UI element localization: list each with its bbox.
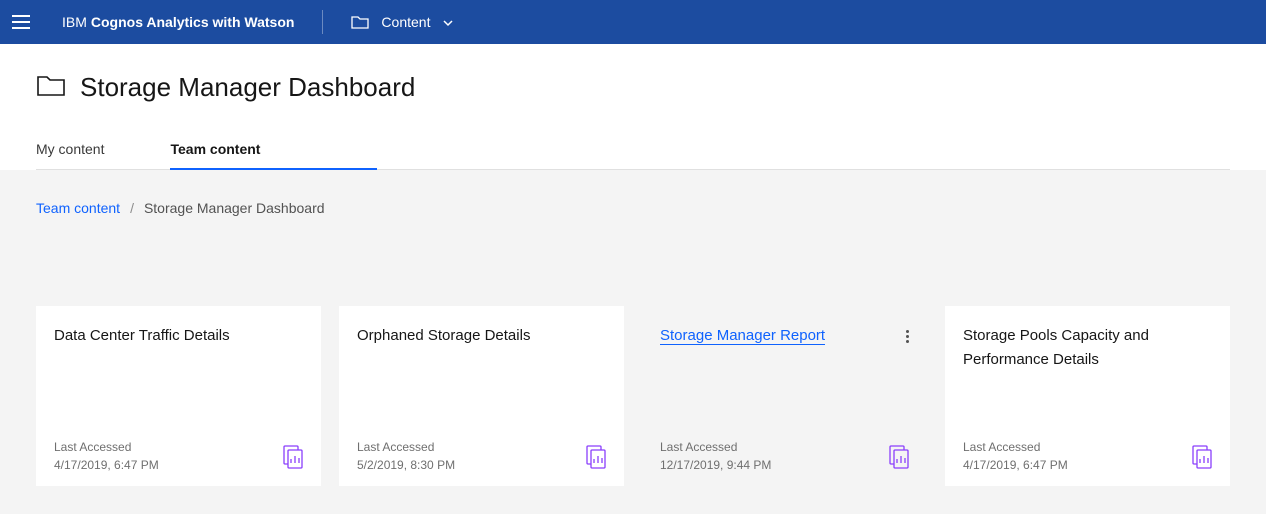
folder-icon [36, 73, 66, 102]
breadcrumb: Team content / Storage Manager Dashboard [36, 200, 1230, 216]
card-meta: Last Accessed 12/17/2019, 9:44 PM [660, 438, 771, 474]
content-dropdown[interactable]: Content [351, 14, 454, 30]
meta-label: Last Accessed [54, 438, 159, 456]
divider [322, 10, 323, 34]
tab-team-content[interactable]: Team content [170, 131, 286, 169]
breadcrumb-separator: / [130, 200, 134, 216]
card-title: Data Center Traffic Details [54, 327, 230, 344]
report-icon [283, 445, 303, 474]
tab-label: My content [36, 141, 104, 157]
card-title: Orphaned Storage Details [357, 327, 530, 344]
report-card[interactable]: Orphaned Storage Details Last Accessed 5… [339, 306, 624, 486]
report-card[interactable]: Data Center Traffic Details Last Accesse… [36, 306, 321, 486]
brand: IBM Cognos Analytics with Watson [62, 14, 294, 30]
tab-label: Team content [170, 141, 260, 157]
meta-value: 4/17/2019, 6:47 PM [54, 456, 159, 474]
card-title: Storage Pools Capacity and Performance D… [963, 327, 1149, 368]
card-grid: Data Center Traffic Details Last Accesse… [36, 306, 1230, 486]
tab-my-content[interactable]: My content [36, 131, 130, 169]
report-icon [1192, 445, 1212, 474]
breadcrumb-current: Storage Manager Dashboard [144, 200, 325, 216]
card-meta: Last Accessed 4/17/2019, 6:47 PM [54, 438, 159, 474]
brand-prefix: IBM [62, 14, 87, 30]
report-card[interactable]: Storage Manager Report Last Accessed 12/… [642, 306, 927, 486]
report-icon [889, 445, 909, 474]
page-header: Storage Manager Dashboard My content Tea… [0, 44, 1266, 170]
folder-icon [351, 15, 369, 29]
meta-label: Last Accessed [660, 438, 771, 456]
report-card[interactable]: Storage Pools Capacity and Performance D… [945, 306, 1230, 486]
card-meta: Last Accessed 4/17/2019, 6:47 PM [963, 438, 1068, 474]
tabs: My content Team content [36, 131, 1230, 170]
card-title: Storage Manager Report [660, 327, 825, 345]
card-meta: Last Accessed 5/2/2019, 8:30 PM [357, 438, 455, 474]
meta-value: 4/17/2019, 6:47 PM [963, 456, 1068, 474]
meta-value: 5/2/2019, 8:30 PM [357, 456, 455, 474]
page-title: Storage Manager Dashboard [80, 72, 415, 103]
report-icon [586, 445, 606, 474]
meta-label: Last Accessed [357, 438, 455, 456]
meta-label: Last Accessed [963, 438, 1068, 456]
content-label: Content [381, 14, 430, 30]
meta-value: 12/17/2019, 9:44 PM [660, 456, 771, 474]
breadcrumb-root[interactable]: Team content [36, 200, 120, 216]
menu-icon[interactable] [12, 15, 30, 29]
more-actions-icon[interactable] [897, 326, 917, 346]
content-area: Team content / Storage Manager Dashboard… [0, 170, 1266, 514]
chevron-down-icon [442, 16, 454, 28]
brand-name: Cognos Analytics with Watson [91, 14, 295, 30]
top-banner: IBM Cognos Analytics with Watson Content [0, 0, 1266, 44]
tab-active-indicator [222, 168, 377, 170]
